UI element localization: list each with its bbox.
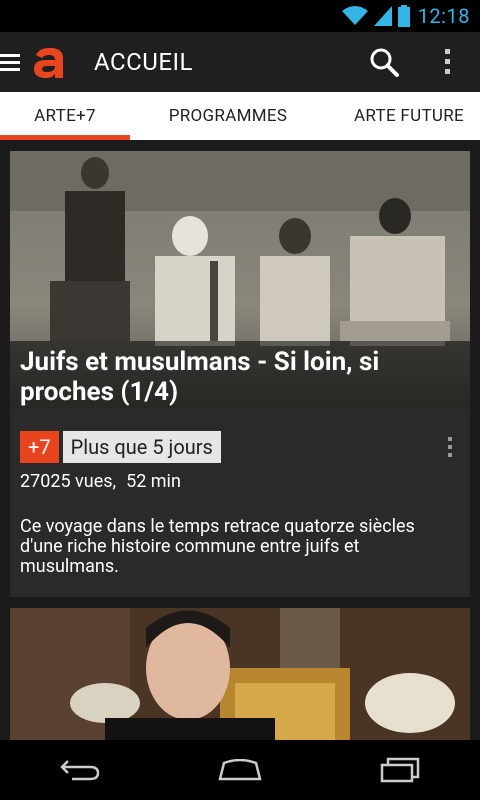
overflow-menu-button[interactable] xyxy=(416,32,480,92)
arte-logo-icon xyxy=(34,47,64,79)
wifi-icon xyxy=(341,6,368,25)
video-title[interactable]: Juifs et musulmans - Si loin, si proches… xyxy=(10,341,470,409)
tab-label: PROGRAMMES xyxy=(168,106,288,126)
clock: 12:18 xyxy=(417,4,470,28)
back-button[interactable] xyxy=(40,740,120,800)
search-button[interactable] xyxy=(352,32,416,92)
duration: 52 min xyxy=(126,471,181,492)
signal-icon xyxy=(373,6,392,26)
thumbnail-photo xyxy=(10,608,470,740)
tab-bar: ARTE+7 PROGRAMMES ARTE FUTURE xyxy=(0,92,480,140)
back-icon xyxy=(60,760,100,781)
badge-row: +7 Plus que 5 jours xyxy=(20,431,221,463)
tab-arte-plus7[interactable]: ARTE+7 xyxy=(0,92,130,140)
menu-icon[interactable] xyxy=(0,53,20,71)
tab-programmes[interactable]: PROGRAMMES xyxy=(130,92,326,140)
home-button[interactable] xyxy=(200,740,280,800)
battery-icon xyxy=(397,5,410,27)
status-icons xyxy=(341,5,410,27)
home-icon xyxy=(218,759,262,781)
recent-apps-button[interactable] xyxy=(360,740,440,800)
video-card[interactable] xyxy=(10,608,470,740)
plus7-badge: +7 xyxy=(20,431,59,463)
tab-label: ARTE FUTURE xyxy=(354,106,464,126)
overflow-menu-icon xyxy=(445,49,450,74)
video-meta: 27025 vues, 52 min xyxy=(20,471,181,492)
arte-logo[interactable] xyxy=(30,43,68,81)
content-feed[interactable]: Juifs et musulmans - Si loin, si proches… xyxy=(0,140,480,740)
availability-badge: Plus que 5 jours xyxy=(62,431,221,463)
video-description: Ce voyage dans le temps retrace quatorze… xyxy=(20,516,415,577)
page-title: ACCUEIL xyxy=(94,48,193,76)
recent-apps-icon xyxy=(380,757,420,783)
status-bar: 12:18 xyxy=(0,0,480,32)
view-count: 27025 vues, xyxy=(20,471,117,492)
navigation-bar xyxy=(0,740,480,800)
tab-arte-future[interactable]: ARTE FUTURE xyxy=(326,92,464,140)
tab-label: ARTE+7 xyxy=(34,106,96,126)
video-card[interactable]: Juifs et musulmans - Si loin, si proches… xyxy=(10,151,470,597)
card-overflow-icon[interactable] xyxy=(448,437,452,457)
action-bar: ACCUEIL xyxy=(0,32,480,92)
search-icon xyxy=(370,48,399,77)
